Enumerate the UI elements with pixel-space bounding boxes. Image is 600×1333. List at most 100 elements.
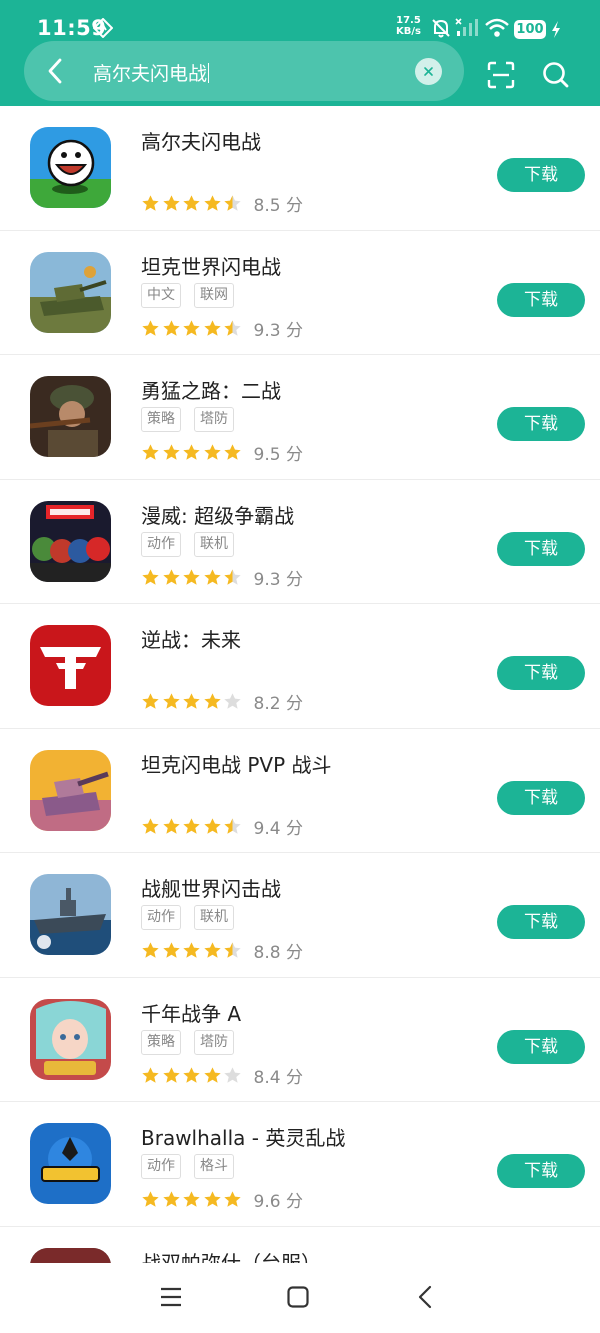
app-name[interactable]: 战舰世界闪击战 [141, 873, 281, 902]
signal-icon [455, 17, 479, 43]
star-icon [162, 568, 181, 587]
list-item[interactable]: 逆战：未来 8.2 分 下载 [0, 604, 600, 729]
star-icon [182, 194, 201, 213]
search-results-list[interactable]: 高尔夫闪电战 8.5 分 下载 坦克世界闪电战 中文 联网 9.3 分 下载 勇… [0, 106, 600, 1263]
app-tag: 联机 [194, 905, 234, 930]
app-name[interactable]: Brawlhalla - 英灵乱战 [141, 1122, 345, 1151]
text-cursor [208, 63, 210, 83]
star-icon [203, 319, 222, 338]
star-icon [223, 692, 242, 711]
star-icon [182, 1066, 201, 1085]
list-item[interactable]: 漫威: 超级争霸战 动作 联机 9.3 分 下载 [0, 480, 600, 604]
app-name[interactable]: 坦克世界闪电战 [141, 251, 281, 280]
scan-icon[interactable] [487, 61, 515, 93]
star-icon [182, 692, 201, 711]
star-icon [141, 443, 160, 462]
app-tags: 动作 联机 [141, 905, 247, 930]
star-icon [203, 194, 222, 213]
app-tag: 中文 [141, 282, 181, 308]
star-icon [141, 941, 160, 960]
star-icon [141, 817, 160, 836]
rating: 8.8 分 [141, 938, 303, 963]
cartoon-tank-icon[interactable] [30, 749, 111, 831]
tank-icon[interactable] [30, 251, 111, 333]
marvel-heroes-icon[interactable] [30, 500, 111, 582]
star-icon [182, 443, 201, 462]
app-tags: 动作 联机 [141, 531, 247, 557]
red-logo-icon[interactable] [30, 625, 111, 706]
app-name[interactable]: 千年战争 A [141, 998, 241, 1027]
star-icon [162, 443, 181, 462]
score: 8.8 分 [253, 943, 303, 963]
app-header: 11:59 17.5 KB/s 100 高尔夫闪电战 [0, 0, 600, 106]
score: 9.4 分 [253, 818, 303, 839]
app-tag: 塔防 [194, 407, 234, 432]
search-input[interactable]: 高尔夫闪电战 [93, 59, 210, 86]
download-button[interactable]: 下载 [497, 1029, 585, 1064]
app-name[interactable]: 高尔夫闪电战 [141, 126, 261, 155]
list-item[interactable]: 勇猛之路：二战 策略 塔防 9.5 分 下载 [0, 355, 600, 480]
star-icon [162, 817, 181, 836]
star-icon [182, 1190, 201, 1209]
back-icon[interactable] [44, 57, 68, 89]
score: 9.3 分 [253, 320, 303, 341]
download-button[interactable]: 下载 [497, 407, 585, 441]
score: 9.3 分 [253, 569, 303, 590]
app-tags: 策略 塔防 [141, 1029, 247, 1055]
list-item[interactable]: 坦克世界闪电战 中文 联网 9.3 分 下载 [0, 231, 600, 355]
battery-icon: 100 [514, 20, 546, 39]
list-item[interactable]: 战舰世界闪击战 动作 联机 8.8 分 下载 [0, 853, 600, 978]
app-name[interactable]: 逆战：未来 [141, 624, 241, 653]
score: 8.4 分 [253, 1067, 303, 1088]
star-icon [141, 319, 160, 338]
brawlhalla-icon[interactable] [30, 1123, 111, 1204]
location-icon [92, 17, 114, 42]
list-item[interactable]: Brawlhalla - 英灵乱战 动作 格斗 9.6 分 下载 [0, 1102, 600, 1227]
anime-girl-icon[interactable] [30, 998, 111, 1080]
star-icon [223, 443, 242, 462]
download-button[interactable]: 下载 [497, 282, 585, 317]
download-button[interactable]: 下载 [497, 158, 585, 192]
back-nav-icon[interactable] [414, 1285, 438, 1313]
search-icon[interactable] [542, 61, 570, 93]
app-tag: 动作 [141, 531, 181, 557]
list-item[interactable]: 千年战争 A 策略 塔防 8.4 分 下载 [0, 978, 600, 1102]
app-tag: 联机 [194, 531, 234, 557]
score: 9.6 分 [253, 1192, 303, 1212]
download-button[interactable]: 下载 [497, 905, 585, 939]
download-button[interactable]: 下载 [497, 531, 585, 566]
app-name[interactable]: 坦克闪电战 PVP 战斗 [141, 749, 332, 778]
rating: 9.6 分 [141, 1187, 303, 1212]
network-speed: 17.5 KB/s [396, 15, 421, 37]
app-name[interactable]: 战双帕弥什（台服） [141, 1247, 321, 1264]
search-bar[interactable] [24, 41, 464, 101]
star-icon [162, 692, 181, 711]
star-icon [182, 568, 201, 587]
app-name[interactable]: 勇猛之路：二战 [141, 375, 281, 404]
list-item[interactable]: 坦克闪电战 PVP 战斗 9.4 分 下载 [0, 729, 600, 853]
menu-icon[interactable] [159, 1285, 183, 1313]
download-button[interactable]: 下载 [497, 656, 585, 690]
home-icon[interactable] [286, 1285, 310, 1313]
star-icon [182, 319, 201, 338]
star-icon [223, 1190, 242, 1209]
star-icon [223, 194, 242, 213]
clear-search-button[interactable] [415, 58, 442, 85]
anime-character-icon[interactable] [30, 1247, 111, 1263]
rating: 9.3 分 [141, 565, 303, 590]
list-item[interactable]: 高尔夫闪电战 8.5 分 下载 [0, 106, 600, 231]
star-icon [141, 692, 160, 711]
star-icon [223, 817, 242, 836]
download-button[interactable]: 下载 [497, 780, 585, 815]
score: 8.5 分 [253, 196, 303, 216]
wifi-icon [484, 18, 510, 42]
app-tag: 策略 [141, 407, 181, 432]
list-item[interactable]: 战双帕弥什（台服） [0, 1227, 600, 1264]
rating: 9.4 分 [141, 814, 303, 839]
golf-ball-icon[interactable] [30, 127, 111, 208]
app-tag: 联网 [194, 282, 234, 308]
download-button[interactable]: 下载 [497, 1154, 585, 1188]
app-name[interactable]: 漫威: 超级争霸战 [141, 500, 294, 529]
soldier-icon[interactable] [30, 376, 111, 457]
battleship-icon[interactable] [30, 874, 111, 955]
